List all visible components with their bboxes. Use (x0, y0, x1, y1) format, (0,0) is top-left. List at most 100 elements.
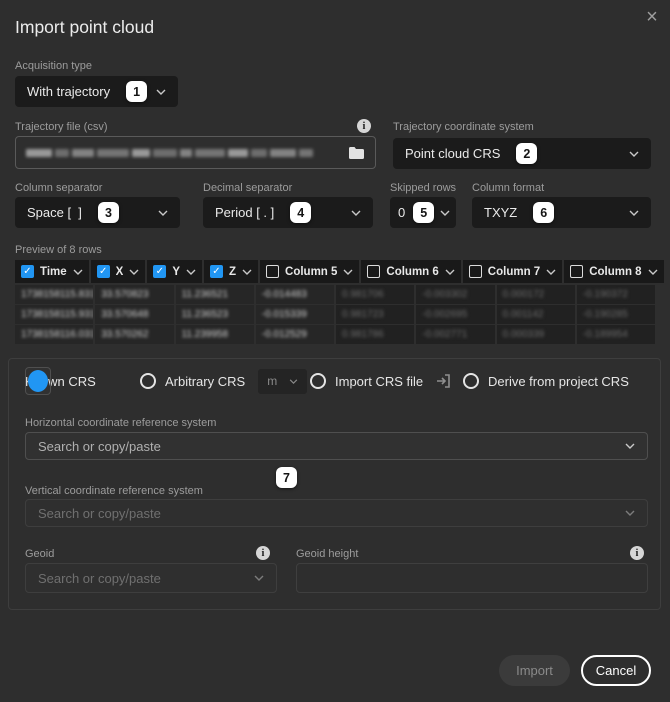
vertical-crs-label: Vertical coordinate reference system (25, 485, 203, 497)
preview-table-header: TimeXYZColumn 5Column 6 Column 7 Column 8 (15, 260, 655, 283)
radio-label: Derive from project CRS (488, 374, 629, 389)
column-header-label: Column 7 (488, 266, 540, 278)
step-badge-3: 3 (98, 202, 119, 223)
cell-value: 1738158115.831675 (21, 289, 93, 300)
column-header[interactable]: Column 8 (564, 260, 663, 283)
table-cell: 1738158115.831675 (15, 285, 93, 304)
chevron-down-icon[interactable] (242, 269, 252, 275)
table-cell: -0.190372 (577, 285, 655, 304)
cell-value: -0.190285 (583, 309, 628, 320)
info-icon[interactable] (357, 119, 371, 133)
column-separator-select[interactable]: Space [ ] 3 (15, 197, 180, 228)
horizontal-crs-search-input[interactable]: Search or copy/paste (25, 432, 648, 460)
checkbox-checked-icon[interactable] (97, 265, 110, 278)
cell-value: -0.189954 (583, 329, 628, 340)
geoid-search-input[interactable]: Search or copy/paste (25, 563, 277, 593)
chevron-down-icon[interactable] (546, 269, 556, 275)
cell-value: -0.014483 (262, 289, 307, 300)
column-header[interactable]: Column 6 (361, 260, 460, 283)
radio-unselected-icon[interactable] (463, 373, 479, 389)
chevron-down-icon[interactable] (129, 269, 139, 275)
checkbox-checked-icon[interactable] (153, 265, 166, 278)
radio-label: Arbitrary CRS (165, 374, 245, 389)
skipped-rows-select[interactable]: 0 5 (390, 197, 456, 228)
acquisition-type-select[interactable]: With trajectory 1 (15, 76, 178, 107)
info-icon[interactable] (256, 546, 270, 560)
column-header[interactable]: Column 5 (260, 260, 359, 283)
chevron-down-icon[interactable] (445, 269, 455, 275)
checkbox-unchecked-icon[interactable] (570, 265, 583, 278)
radio-derive-from-project-crs[interactable]: Derive from project CRS (463, 371, 629, 391)
import-button[interactable]: Import (499, 655, 570, 686)
decimal-separator-value: Period [ . ] (215, 205, 274, 220)
checkbox-unchecked-icon[interactable] (266, 265, 279, 278)
radio-arbitrary-crs[interactable]: Arbitrary CRS m (140, 371, 307, 391)
preview-table: TimeXYZColumn 5Column 6Column 7Column 8 … (15, 260, 655, 344)
column-header[interactable]: Z (204, 260, 258, 283)
info-icon[interactable] (630, 546, 644, 560)
column-header[interactable]: Y (147, 260, 202, 283)
cell-value: 0.000339 (503, 329, 545, 340)
checkbox-checked-icon[interactable] (21, 265, 34, 278)
cell-value: -0.003302 (422, 289, 467, 300)
column-header[interactable]: Column 7 (463, 260, 562, 283)
table-cell: 33.570262 (95, 325, 173, 344)
checkbox-unchecked-icon[interactable] (469, 265, 482, 278)
trajectory-crs-select[interactable]: Point cloud CRS 2 (393, 138, 651, 169)
chevron-down-icon (156, 89, 166, 95)
column-header[interactable]: Time (15, 260, 89, 283)
chevron-down-icon (289, 379, 298, 384)
checkbox-unchecked-icon[interactable] (367, 265, 380, 278)
unit-value: m (267, 374, 277, 388)
table-cell: 1738158116.031681 (15, 325, 93, 344)
table-cell: 11.239958 (176, 325, 254, 344)
column-separator-label: Column separator (15, 182, 102, 194)
radio-import-crs-file[interactable]: Import CRS file (310, 371, 451, 391)
step-badge-7: 7 (276, 467, 297, 488)
unit-select[interactable]: m (258, 369, 307, 394)
radio-selected-icon[interactable] (25, 367, 51, 395)
geoid-height-input[interactable] (296, 563, 648, 593)
checkbox-checked-icon[interactable] (210, 265, 223, 278)
column-format-select[interactable]: TXYZ 6 (472, 197, 651, 228)
close-icon[interactable] (641, 6, 663, 28)
cell-value: 0.981723 (342, 309, 384, 320)
redacted-file-path (26, 149, 338, 157)
step-badge-1: 1 (126, 81, 147, 102)
cancel-button[interactable]: Cancel (581, 655, 651, 686)
table-cell: -0.012529 (256, 325, 334, 344)
cell-value: 0.000172 (503, 289, 545, 300)
trajectory-file-input[interactable] (15, 136, 376, 169)
vertical-crs-search-input[interactable]: Search or copy/paste (25, 499, 648, 527)
radio-unselected-icon[interactable] (140, 373, 156, 389)
skipped-rows-label: Skipped rows (390, 182, 456, 194)
chevron-down-icon[interactable] (648, 269, 658, 275)
geoid-height-label: Geoid height (296, 548, 358, 560)
column-header[interactable]: X (91, 260, 146, 283)
table-cell: 33.570648 (95, 305, 173, 324)
column-separator-value: Space [ ] (27, 205, 82, 220)
chevron-down-icon[interactable] (186, 269, 196, 275)
preview-label: Preview of 8 rows (15, 244, 102, 256)
chevron-down-icon[interactable] (343, 269, 353, 275)
table-cell: 11.236521 (176, 285, 254, 304)
chevron-down-icon (254, 575, 264, 581)
decimal-separator-select[interactable]: Period [ . ] 4 (203, 197, 373, 228)
folder-icon[interactable] (348, 146, 365, 160)
cell-value: 1738158115.931678 (21, 309, 93, 320)
chevron-down-icon (629, 210, 639, 216)
table-cell: -0.015339 (256, 305, 334, 324)
chevron-down-icon (629, 151, 639, 157)
table-cell: 0.981723 (336, 305, 414, 324)
cell-value: 11.239958 (182, 329, 229, 340)
step-badge-4: 4 (290, 202, 311, 223)
table-cell: -0.003302 (416, 285, 494, 304)
table-cell: 0.000172 (497, 285, 575, 304)
radio-unselected-icon[interactable] (310, 373, 326, 389)
column-header-label: Column 8 (589, 266, 641, 278)
cell-value: 0.981706 (342, 289, 384, 300)
import-point-cloud-dialog: Import point cloud Acquisition type With… (0, 0, 670, 702)
radio-known-crs[interactable]: Known CRS (25, 371, 96, 391)
step-badge-2: 2 (516, 143, 537, 164)
chevron-down-icon[interactable] (73, 269, 83, 275)
